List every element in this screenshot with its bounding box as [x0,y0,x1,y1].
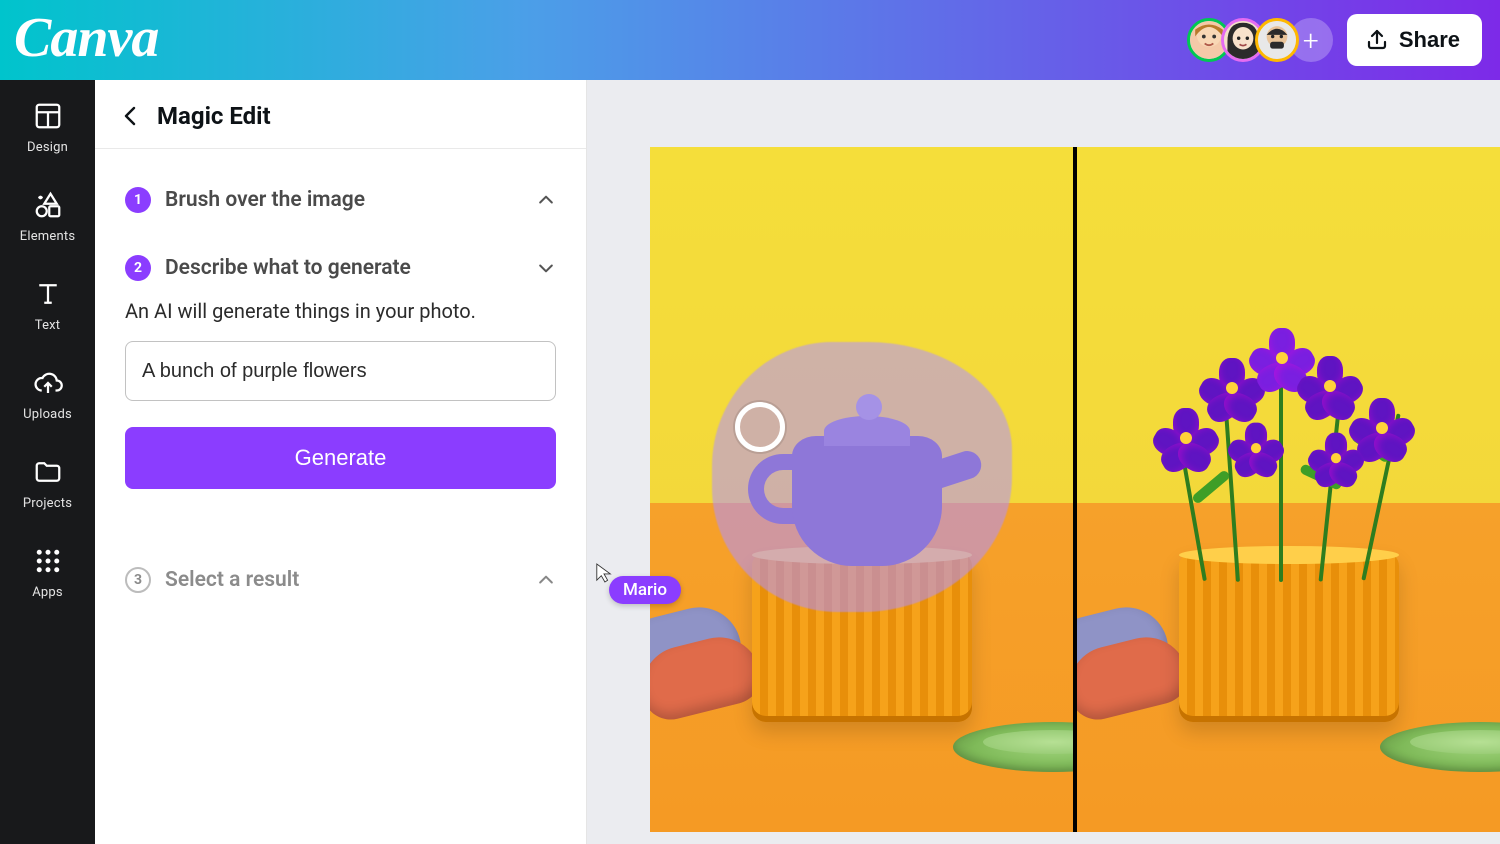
steps: 1 Brush over the image 2 Describe what t… [95,149,586,607]
brush-cursor-ring [735,402,785,452]
top-bar: Canva + Share [0,0,1500,80]
prompt-input[interactable] [125,341,556,401]
canvas-area[interactable] [587,80,1500,844]
step-2-body: An AI will generate things in your photo… [125,295,556,505]
side-panel: Magic Edit 1 Brush over the image 2 Desc… [95,80,587,844]
step-2-header[interactable]: 2 Describe what to generate [125,227,556,295]
chevron-down-icon [536,258,556,278]
step-title: Describe what to generate [165,256,411,280]
folder-icon [32,456,64,488]
main: Design Elements Text Uploads Projects [0,80,1500,844]
rail-item-label: Text [35,318,61,333]
rail-item-label: Apps [32,585,63,600]
avatar[interactable] [1255,18,1299,62]
rail-item-text[interactable]: Text [0,274,95,337]
purple-teapot [752,376,972,576]
rail-item-elements[interactable]: Elements [0,185,95,248]
back-icon[interactable] [119,104,143,128]
rail-item-apps[interactable]: Apps [0,541,95,604]
step-1-header[interactable]: 1 Brush over the image [125,173,556,227]
step-3-header[interactable]: 3 Select a result [125,553,556,607]
rail-item-design[interactable]: Design [0,96,95,159]
design-canvas[interactable] [650,147,1500,832]
before-pane [650,147,1073,832]
rail-item-label: Projects [23,496,72,511]
chevron-up-icon [536,570,556,590]
shapes-icon [32,189,64,221]
panel-title: Magic Edit [157,102,271,130]
rail-item-label: Elements [20,229,75,244]
panel-header: Magic Edit [95,80,586,149]
apps-grid-icon [32,545,64,577]
step-title: Select a result [165,568,299,592]
step-badge: 1 [125,187,151,213]
rail-item-label: Design [27,140,68,155]
share-icon [1365,28,1389,52]
share-button[interactable]: Share [1347,14,1482,66]
cloud-upload-icon [32,367,64,399]
generate-button[interactable]: Generate [125,427,556,489]
top-bar-right: + Share [1187,14,1482,66]
step-hint: An AI will generate things in your photo… [125,299,556,323]
template-icon [32,100,64,132]
collaborator-avatars: + [1187,18,1333,62]
step-badge: 3 [125,567,151,593]
text-icon [32,278,64,310]
step-title: Brush over the image [165,188,365,212]
share-button-label: Share [1399,27,1460,53]
after-pane [1073,147,1500,832]
chevron-up-icon [536,190,556,210]
purple-flowers [1129,322,1449,582]
left-rail: Design Elements Text Uploads Projects [0,80,95,844]
canva-logo: Canva [14,6,158,70]
rail-item-projects[interactable]: Projects [0,452,95,515]
step-badge: 2 [125,255,151,281]
rail-item-uploads[interactable]: Uploads [0,363,95,426]
rail-item-label: Uploads [23,407,72,422]
